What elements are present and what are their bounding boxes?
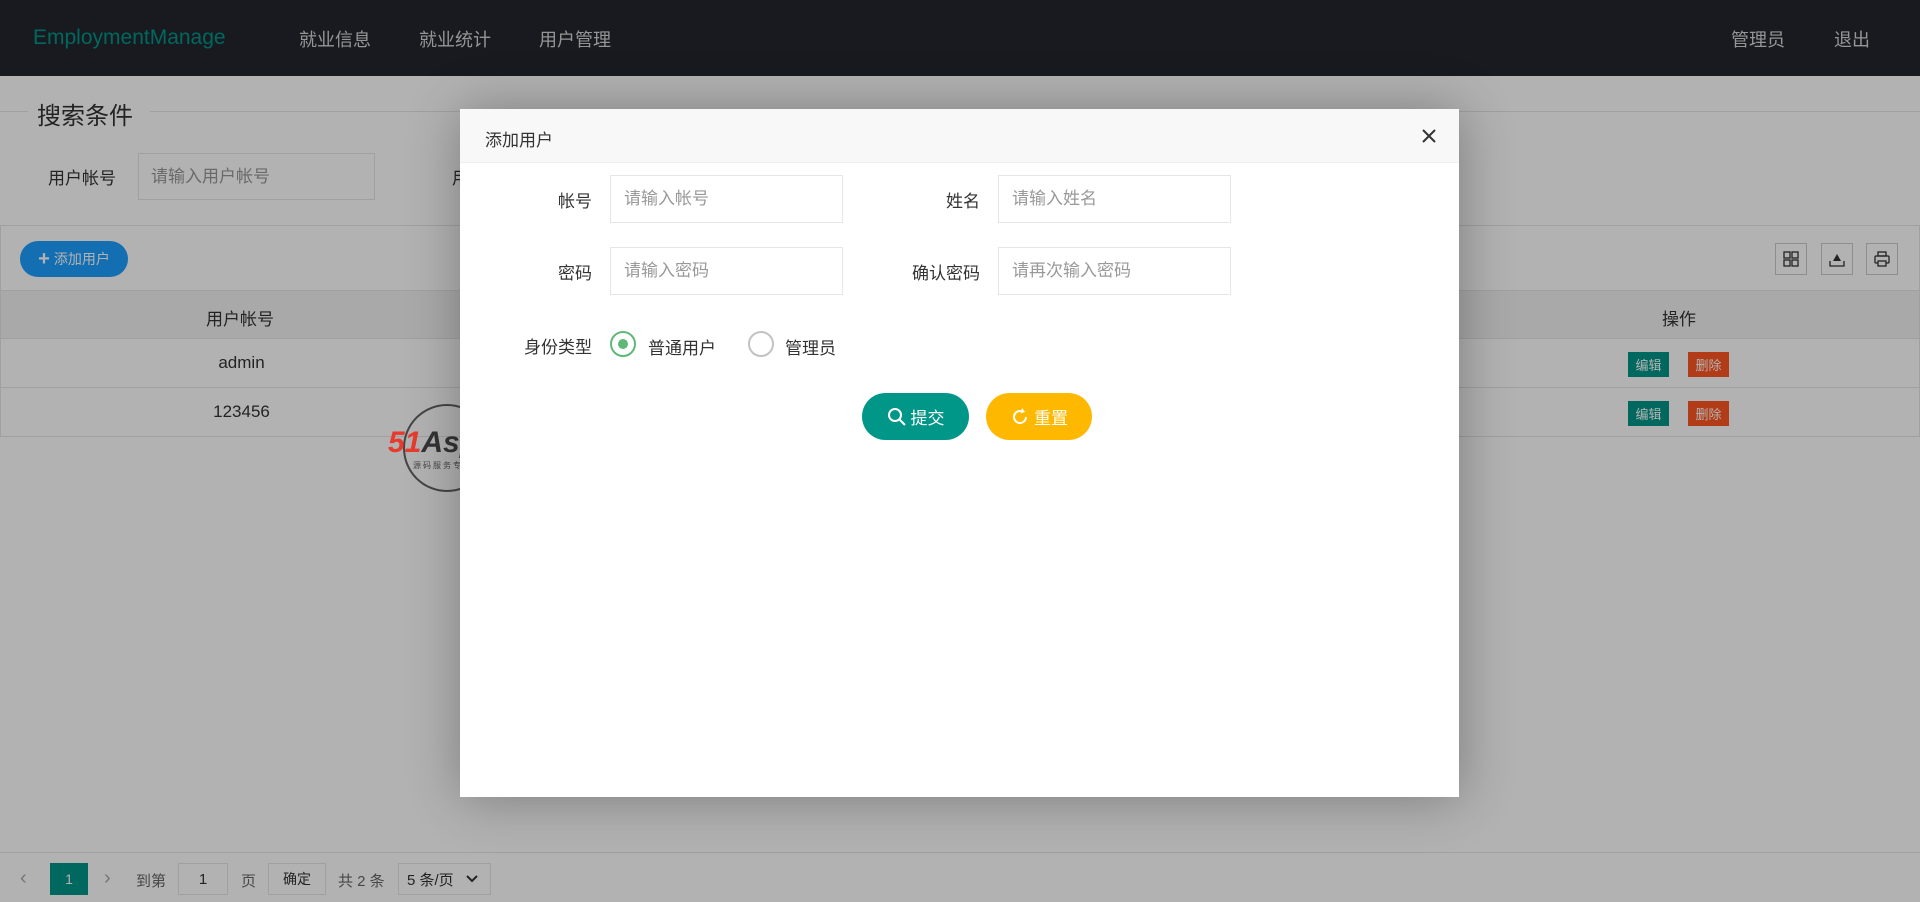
refresh-icon (1013, 407, 1027, 424)
reset-button[interactable]: 重置 (986, 393, 1092, 440)
account-input[interactable] (610, 175, 843, 223)
confirm-password-input[interactable] (998, 247, 1231, 295)
role-radio-normal[interactable] (610, 331, 636, 357)
name-label: 姓名 (946, 192, 980, 211)
close-icon[interactable] (1418, 125, 1440, 147)
confirm-password-label: 确认密码 (912, 264, 980, 283)
search-icon (887, 407, 906, 426)
submit-label: 提交 (910, 409, 945, 428)
name-input[interactable] (998, 175, 1231, 223)
password-label: 密码 (558, 264, 592, 283)
password-input[interactable] (610, 247, 843, 295)
role-option-admin[interactable]: 管理员 (785, 334, 836, 359)
reset-label: 重置 (1034, 409, 1068, 428)
role-option-normal[interactable]: 普通用户 (648, 334, 716, 359)
submit-button[interactable]: 提交 (862, 393, 969, 440)
account-label: 帐号 (558, 192, 592, 211)
role-label: 身份类型 (524, 338, 592, 357)
dialog-header: 添加用户 (460, 109, 1459, 163)
role-radio-admin[interactable] (748, 331, 774, 357)
dialog-title: 添加用户 (485, 131, 553, 150)
